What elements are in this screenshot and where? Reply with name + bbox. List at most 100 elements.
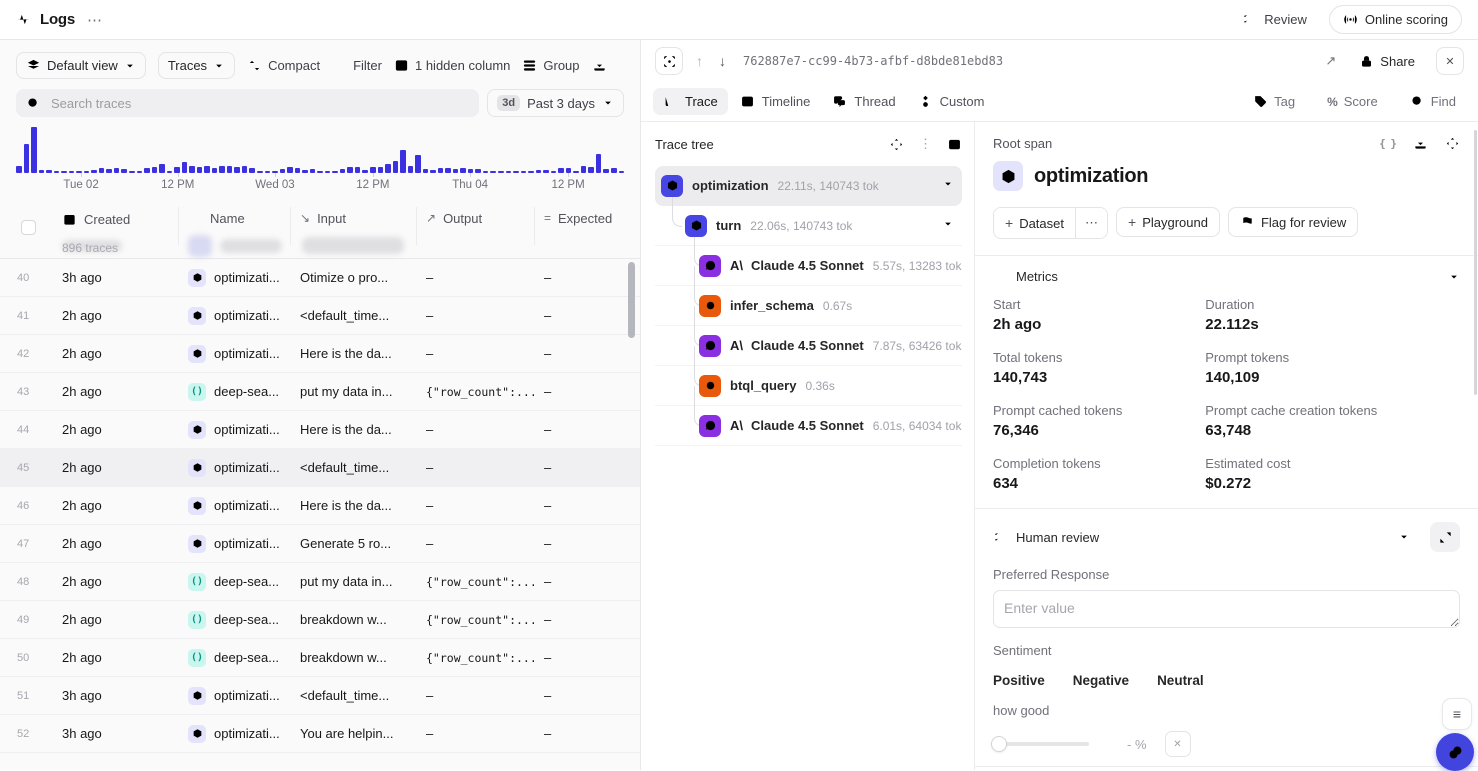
table-row[interactable]: 412h agooptimizati...<default_time...–– [0,297,640,335]
filter-button[interactable]: Filter [332,54,382,77]
chevron-down-icon[interactable] [942,178,954,193]
table-row[interactable]: 462h agooptimizati...Here is the da...–– [0,487,640,525]
review-button[interactable]: Review [1236,11,1313,28]
name-cell: ()deep-sea... [178,611,290,629]
score-button[interactable]: %Score [1321,93,1384,110]
expected-column-label: Expected [558,211,612,226]
table-row[interactable]: 422h agooptimizati...Here is the da...–– [0,335,640,373]
histogram-bar [423,169,429,173]
slider-thumb[interactable] [991,736,1007,752]
app-brand: Logs [16,11,75,28]
name-text: optimizati... [214,346,280,361]
row-number: 50 [0,652,52,664]
compact-button[interactable]: Compact [247,54,320,77]
view-select[interactable]: Default view [16,52,146,79]
table-row[interactable]: 492h ago()deep-sea...breakdown w...{"row… [0,601,640,639]
focus-trace-button[interactable] [655,47,683,75]
row-number: 43 [0,386,52,398]
tab-thread[interactable]: Thread [822,88,905,115]
sentiment-positive-button[interactable]: Positive [993,673,1045,688]
tree-panel-button[interactable] [947,137,962,152]
share-button[interactable]: Share [1353,53,1421,70]
table-row[interactable]: 513h agooptimizati...<default_time...–– [0,677,640,715]
table-row[interactable]: 442h agooptimizati...Here is the da...–– [0,411,640,449]
metrics-collapse-button[interactable] [1448,271,1460,283]
header-expected[interactable]: = Expected [534,203,640,258]
tab-trace[interactable]: Trace [653,88,728,115]
tree-resize-button[interactable] [889,137,904,152]
task-cube-icon [188,345,206,363]
tabs-list: TraceTimelineThreadCustom [653,88,994,115]
assistant-fab-button[interactable] [1436,733,1474,771]
table-row[interactable]: 502h ago()deep-sea...breakdown w...{"row… [0,639,640,677]
preferred-response-field[interactable] [993,590,1460,628]
close-panel-button[interactable]: ✕ [1436,47,1464,75]
download-span-button[interactable] [1413,136,1428,151]
expected-cell: – [534,498,640,513]
export-button[interactable] [592,54,607,77]
name-text: optimizati... [214,498,280,513]
created-cell: 2h ago [52,384,178,399]
row-number: 44 [0,424,52,436]
tab-custom[interactable]: Custom [908,88,995,115]
trace-histogram[interactable]: Tue 0212 PMWed 0312 PMThu 0412 PM [16,127,624,193]
table-row[interactable]: 432h ago()deep-sea...put my data in...{"… [0,373,640,411]
header-input[interactable]: ↘ Input [290,203,416,258]
sentiment-neutral-button[interactable]: Neutral [1157,673,1204,688]
span-meta: 22.06s, 140743 tok [750,219,852,233]
table-row[interactable]: 523h agooptimizati...You are helpin...–– [0,715,640,753]
chevron-down-icon[interactable] [942,218,954,233]
tag-button[interactable]: Tag [1247,93,1301,110]
open-external-button[interactable]: ↗ [1323,51,1338,71]
trace-span-optimization[interactable]: optimization22.11s, 140743 tok [655,166,962,206]
column-icon [394,58,409,73]
select-all-checkbox[interactable] [21,220,36,235]
name-text: deep-sea... [214,384,279,399]
human-review-section-header[interactable]: Human review [993,522,1460,552]
name-text: deep-sea... [214,650,279,665]
page-menu-button[interactable]: ⋯ [83,9,106,31]
tab-timeline[interactable]: Timeline [730,88,821,115]
add-to-dataset-button[interactable]: + Dataset [994,208,1075,238]
anthropic-logo-icon: A\ [730,258,743,273]
group-button[interactable]: Group [522,54,579,77]
table-row[interactable]: 403h agooptimizati...Otimize o pro...–– [0,259,640,297]
dataset-more-button[interactable]: ⋯ [1075,208,1107,238]
metrics-section-header[interactable]: Metrics [993,269,1460,284]
view-json-button[interactable]: { } [1379,137,1396,150]
online-scoring-button[interactable]: Online scoring [1329,5,1462,34]
search-input[interactable] [16,89,479,117]
flag-for-review-button[interactable]: Flag for review [1228,207,1358,237]
table-row[interactable]: 472h agooptimizati...Generate 5 ro...–– [0,525,640,563]
sentiment-negative-button[interactable]: Negative [1073,673,1129,688]
histogram-bar [551,171,557,173]
hidden-column-button[interactable]: 1 hidden column [394,54,510,77]
table-scrollbar[interactable] [628,262,635,338]
header-created[interactable]: Created 896 traces [52,203,178,258]
traces-select[interactable]: Traces [158,52,235,79]
span-meta: 22.11s, 140743 tok [778,179,879,193]
tool-gear-icon [699,375,721,397]
histogram-bar [558,168,564,173]
human-review-collapse-button[interactable] [1398,531,1410,543]
search-traces-field[interactable] [49,95,469,112]
open-in-playground-button[interactable]: + Playground [1116,207,1220,237]
time-range-select[interactable]: 3d Past 3 days [487,89,624,117]
resize-span-button[interactable] [1445,136,1460,151]
find-button[interactable]: Find [1404,93,1462,110]
header-name[interactable]: Name [178,203,290,258]
trace-span-claude-4-5-sonnet[interactable]: A\Claude 4.5 Sonnet6.01s, 64034 tok [655,406,962,446]
human-review-expand-button[interactable] [1430,522,1460,552]
how-good-slider[interactable] [993,742,1089,746]
name-cell: optimizati... [178,687,290,705]
side-menu-button[interactable]: ≡ [1442,698,1472,730]
previous-trace-button[interactable]: ↑ [693,51,706,71]
next-trace-button[interactable]: ↓ [716,51,729,71]
table-row[interactable]: 482h ago()deep-sea...put my data in...{"… [0,563,640,601]
clear-score-button[interactable]: ✕ [1165,731,1191,757]
detail-scrollbar[interactable] [1474,130,1477,395]
span-meta: 7.87s, 63426 tok [873,339,962,353]
tree-menu-button[interactable]: ⋮ [919,136,932,152]
table-row[interactable]: 452h agooptimizati...<default_time...–– [0,449,640,487]
header-output[interactable]: ↗ Output [416,203,534,258]
